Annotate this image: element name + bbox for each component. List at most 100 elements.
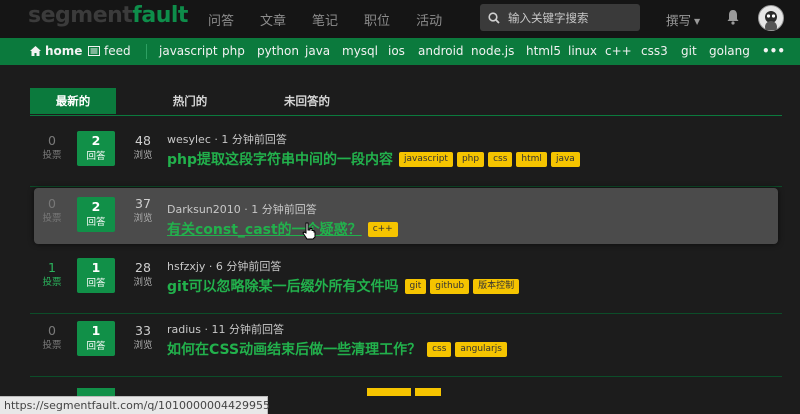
- tag-link-git[interactable]: git: [681, 44, 697, 58]
- question-tag[interactable]: css: [488, 151, 513, 167]
- question-tag[interactable]: github: [430, 278, 470, 294]
- tag-link-html5[interactable]: html5: [526, 44, 561, 58]
- tab-newest[interactable]: 最新的: [30, 88, 116, 114]
- home-icon: [30, 46, 41, 56]
- question-tag[interactable]: css: [427, 341, 452, 357]
- write-dropdown[interactable]: 撰写 ▼: [666, 10, 700, 29]
- question-tag[interactable]: c++: [367, 221, 398, 237]
- tag-link-mysql[interactable]: mysql: [342, 44, 378, 58]
- vote-number: 0: [48, 133, 56, 148]
- tag-link-python[interactable]: python: [257, 44, 299, 58]
- nav-item-jobs[interactable]: 职位: [364, 10, 390, 29]
- question-title[interactable]: git可以忽略除某一后缀外所有文件吗: [167, 276, 399, 296]
- view-label: 浏览: [133, 213, 153, 224]
- answer-label: 回答: [86, 278, 106, 289]
- answer-count: 2 回答: [77, 197, 115, 232]
- question-meta[interactable]: radius · 11 分钟前回答: [167, 321, 284, 337]
- tag-link-nodejs[interactable]: node.js: [471, 44, 514, 58]
- nav-item-events[interactable]: 活动: [416, 10, 442, 29]
- question-tag[interactable]: angularjs: [455, 341, 507, 357]
- feed-icon: [88, 46, 100, 56]
- question-meta[interactable]: wesylec · 1 分钟前回答: [167, 131, 287, 147]
- avatar[interactable]: [758, 5, 784, 33]
- vote-label: 投票: [42, 340, 62, 351]
- question-row[interactable]: 1 投票 1 回答 28 浏览 hsfzxjy · 6 分钟前回答 git可以忽略除某…: [30, 252, 782, 314]
- vote-count: 0 投票: [32, 133, 72, 163]
- top-header: segmentfault 问答 文章 笔记 职位 活动 输入关键字搜索 撰写 ▼: [0, 0, 800, 38]
- question-tag[interactable]: 版本控制: [473, 278, 520, 294]
- view-count: 33 浏览: [123, 323, 163, 353]
- nav-feed[interactable]: feed: [88, 44, 131, 58]
- tag-link-ios[interactable]: ios: [388, 44, 405, 58]
- vote-label: 投票: [42, 277, 62, 288]
- question-title-line: 如何在CSS动画结束后做一些清理工作？ css angularjs: [167, 339, 511, 359]
- answer-number: 2: [91, 133, 101, 148]
- question-title[interactable]: 有关const_cast的一个疑惑？: [167, 219, 362, 239]
- nav-home-label: home: [45, 44, 83, 58]
- tag-link-css3[interactable]: css3: [641, 44, 668, 58]
- vote-count: 1 投票: [32, 260, 72, 290]
- answer-number: 2: [91, 199, 101, 214]
- answer-number: 1: [91, 260, 101, 275]
- question-tag[interactable]: javascript: [399, 151, 453, 167]
- answer-count: [77, 388, 115, 396]
- search-placeholder: 输入关键字搜索: [508, 10, 589, 25]
- answer-label: 回答: [86, 217, 106, 228]
- answer-number: 1: [91, 323, 101, 338]
- bell-icon[interactable]: [726, 9, 740, 25]
- view-number: 28: [135, 260, 151, 275]
- view-label: 浏览: [133, 340, 153, 351]
- site-logo[interactable]: segmentfault: [28, 3, 188, 28]
- view-label: 浏览: [133, 277, 153, 288]
- question-title[interactable]: 如何在CSS动画结束后做一些清理工作？: [167, 339, 421, 359]
- question-tag[interactable]: git: [404, 278, 427, 294]
- logo-text-fault: fault: [132, 3, 188, 28]
- tag-link-linux[interactable]: linux: [568, 44, 597, 58]
- question-meta[interactable]: hsfzxjy · 6 分钟前回答: [167, 258, 281, 274]
- tag-link-javascript[interactable]: javascript: [159, 44, 218, 58]
- nav-home[interactable]: home: [30, 44, 82, 58]
- question-row-hovered[interactable]: 0 投票 2 回答 37 浏览 Darksun2010 · 1 分钟前回答 有关con…: [34, 188, 778, 244]
- nav-feed-label: feed: [104, 44, 131, 58]
- vote-number: 0: [48, 196, 56, 211]
- tag-link-golang[interactable]: golang: [709, 44, 750, 58]
- vote-number: 0: [48, 323, 56, 338]
- question-tag[interactable]: html: [516, 151, 547, 167]
- question-tabs: 最新的 热门的 未回答的: [30, 88, 782, 116]
- vote-label: 投票: [42, 150, 62, 161]
- nav-item-questions[interactable]: 问答: [208, 10, 234, 29]
- write-label: 撰写: [666, 13, 692, 28]
- question-tag: [415, 388, 441, 396]
- tag-link-java[interactable]: java: [305, 44, 330, 58]
- vote-count: 0 投票: [32, 323, 72, 353]
- logo-text-segment: segment: [28, 3, 133, 28]
- tag-link-cpp[interactable]: c++: [605, 44, 632, 58]
- view-count: 37 浏览: [123, 196, 163, 226]
- tab-hot[interactable]: 热门的: [160, 88, 220, 114]
- question-meta[interactable]: Darksun2010 · 1 分钟前回答: [167, 201, 317, 217]
- question-row-partial[interactable]: [30, 380, 782, 396]
- question-title-line: php提取这段字符串中间的一段内容 javascript php css htm…: [167, 149, 584, 169]
- question-tag[interactable]: php: [456, 151, 485, 167]
- view-count: 28 浏览: [123, 260, 163, 290]
- view-number: 33: [135, 323, 151, 338]
- tag-link-php[interactable]: php: [222, 44, 245, 58]
- question-title-line: git可以忽略除某一后缀外所有文件吗 git github 版本控制: [167, 276, 523, 296]
- more-tags-button[interactable]: •••: [762, 44, 785, 58]
- tab-unanswered[interactable]: 未回答的: [272, 88, 342, 114]
- search-input[interactable]: 输入关键字搜索: [480, 4, 640, 31]
- tag-nav-bar: home feed javascript php python java mys…: [0, 38, 800, 65]
- view-number: 48: [135, 133, 151, 148]
- user-avatar-icon: [765, 11, 777, 33]
- tag-link-android[interactable]: android: [418, 44, 464, 58]
- question-tag[interactable]: java: [550, 151, 580, 167]
- answer-label: 回答: [86, 341, 106, 352]
- question-title[interactable]: php提取这段字符串中间的一段内容: [167, 149, 393, 169]
- question-row[interactable]: 0 投票 1 回答 33 浏览 radius · 11 分钟前回答 如何在CSS动画结…: [30, 315, 782, 377]
- question-row[interactable]: 0 投票 2 回答 48 浏览 wesylec · 1 分钟前回答 php提取这段字符…: [30, 125, 782, 187]
- nav-item-notes[interactable]: 笔记: [312, 10, 338, 29]
- question-title-line: 有关const_cast的一个疑惑？ c++: [167, 219, 402, 239]
- view-count: 48 浏览: [123, 133, 163, 163]
- nav-item-articles[interactable]: 文章: [260, 10, 286, 29]
- search-icon: [488, 11, 500, 24]
